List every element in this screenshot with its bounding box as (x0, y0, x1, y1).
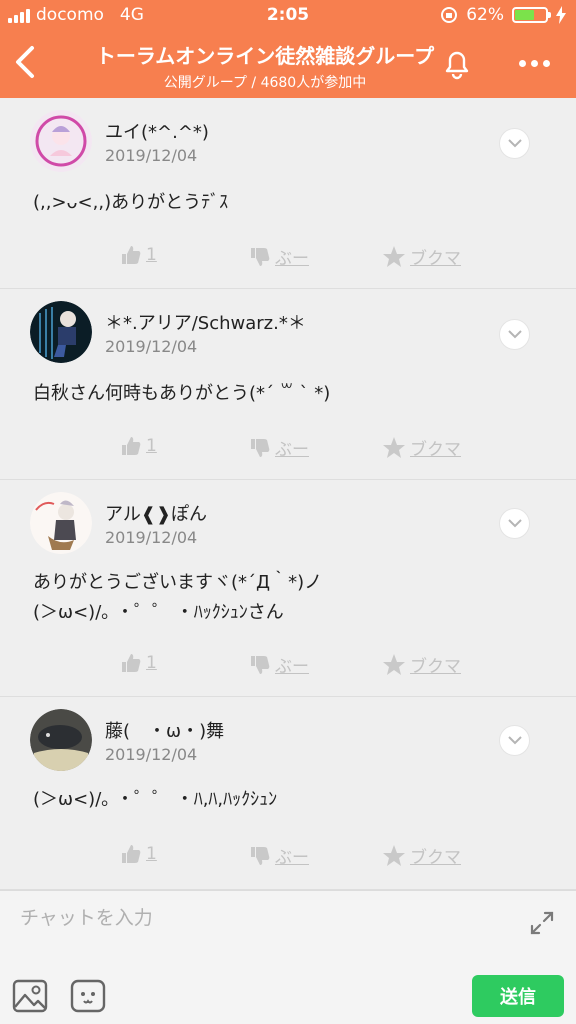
send-button[interactable]: 送信 (472, 975, 564, 1017)
battery-percent: 62% (466, 5, 504, 25)
post-text-line: (＞ω<)/｡ ・゜゜ ・ﾊ,ﾊ,ﾊｯｸｼｭﾝ (33, 789, 278, 810)
boo-button[interactable]: ぶー (249, 843, 309, 868)
post-date: 2019/12/04 (105, 337, 198, 356)
more-icon[interactable] (514, 50, 554, 76)
post-text: 白秋さん何時もありがとう(*´ ꒳ ` *) (33, 379, 330, 409)
expand-icon[interactable] (528, 909, 556, 937)
bookmark-label: ブクマ (410, 848, 461, 868)
back-icon[interactable] (10, 42, 40, 82)
post-menu-button[interactable] (499, 128, 530, 159)
thumbs-up-icon (122, 845, 141, 863)
post-username[interactable]: アル❰❱ぽん (105, 500, 207, 526)
status-bar: docomo 4G 2:05 62% (0, 0, 576, 32)
post-date: 2019/12/04 (105, 528, 198, 547)
bookmark-label: ブクマ (410, 249, 461, 269)
bell-icon[interactable] (440, 46, 474, 80)
boo-button[interactable]: ぶー (249, 244, 309, 269)
star-icon (383, 245, 405, 267)
like-button[interactable]: 1 (120, 244, 157, 266)
thumbs-up-icon (122, 654, 141, 672)
post-username[interactable]: ＊*.アリア/Schwarz.*＊ (105, 309, 306, 335)
star-icon (383, 844, 405, 866)
thumbs-down-icon (251, 655, 270, 674)
post-actions: 1 ぶー ブクマ (0, 652, 576, 682)
bookmark-button[interactable]: ブクマ (382, 652, 461, 677)
chevron-down-icon (507, 519, 522, 528)
post-date: 2019/12/04 (105, 146, 198, 165)
thumbs-down-icon (251, 247, 270, 266)
bookmark-label: ブクマ (410, 657, 461, 677)
boo-label: ぶー (275, 249, 309, 269)
post-menu-button[interactable] (499, 725, 530, 756)
image-icon[interactable] (12, 979, 48, 1013)
avatar[interactable] (30, 492, 92, 554)
post-card: アル❰❱ぽん 2019/12/04 ありがとうございますヾ(*´Д｀*)ノ (＞… (0, 480, 576, 697)
boo-button[interactable]: ぶー (249, 435, 309, 460)
chevron-down-icon (507, 736, 522, 745)
thumbs-up-icon (122, 437, 141, 455)
post-menu-button[interactable] (499, 319, 530, 350)
boo-button[interactable]: ぶー (249, 652, 309, 677)
post-username[interactable]: 藤( ・ω・)舞 (105, 717, 224, 743)
avatar[interactable] (30, 301, 92, 363)
bookmark-button[interactable]: ブクマ (382, 843, 461, 868)
like-count: 1 (146, 245, 157, 265)
post-username[interactable]: ユイ(*^.^*) (105, 118, 209, 144)
post-actions: 1 ぶー ブクマ (0, 843, 576, 873)
star-icon (383, 653, 405, 675)
like-button[interactable]: 1 (120, 652, 157, 674)
app-header: docomo 4G 2:05 62% トーラムオンライン徒然雑談グループ 公開グ… (0, 0, 576, 98)
post-text: ありがとうございますヾ(*´Д｀*)ノ (＞ω<)/｡ ・゜゜ ・ﾊｯｸｼｭﾝさ… (33, 568, 322, 628)
sticker-icon[interactable] (70, 979, 106, 1013)
post-date: 2019/12/04 (105, 745, 198, 764)
bookmark-label: ブクマ (410, 440, 461, 460)
post-text-line: 白秋さん何時もありがとう(*´ ꒳ ` *) (33, 383, 331, 404)
post-text-line: ありがとうございますヾ(*´Д｀*)ノ (33, 572, 323, 593)
battery-icon (512, 7, 551, 23)
post-card: ユイ(*^.^*) 2019/12/04 (,,>ᴗ<,,)ありがとうﾃﾞｽ 1… (0, 98, 576, 289)
group-subtitle: 公開グループ / 4680人が参加中 (163, 75, 367, 91)
boo-label: ぶー (275, 440, 309, 460)
thumbs-down-icon (251, 438, 270, 457)
avatar[interactable] (30, 110, 92, 172)
chevron-down-icon (507, 330, 522, 339)
group-title: トーラムオンライン徒然雑談グループ (95, 44, 435, 68)
thumbs-up-icon (122, 246, 141, 264)
post-text: (,,>ᴗ<,,)ありがとうﾃﾞｽ (33, 188, 228, 218)
bookmark-button[interactable]: ブクマ (382, 435, 461, 460)
boo-label: ぶー (275, 657, 309, 677)
boo-label: ぶー (275, 848, 309, 868)
orientation-lock-icon (441, 7, 458, 23)
bookmark-button[interactable]: ブクマ (382, 244, 461, 269)
like-count: 1 (146, 653, 157, 673)
post-text-line: (＞ω<)/｡ ・゜゜ ・ﾊｯｸｼｭﾝさん (33, 602, 284, 623)
group-title-block[interactable]: トーラムオンライン徒然雑談グループ 公開グループ / 4680人が参加中 (60, 40, 470, 92)
post-card: 藤( ・ω・)舞 2019/12/04 (＞ω<)/｡ ・゜゜ ・ﾊ,ﾊ,ﾊｯｸ… (0, 697, 576, 890)
post-actions: 1 ぶー ブクマ (0, 244, 576, 274)
chevron-down-icon (507, 139, 522, 148)
charging-icon (556, 6, 566, 24)
post-menu-button[interactable] (499, 508, 530, 539)
thumbs-down-icon (251, 846, 270, 865)
message-feed[interactable]: ユイ(*^.^*) 2019/12/04 (,,>ᴗ<,,)ありがとうﾃﾞｽ 1… (0, 98, 576, 890)
like-button[interactable]: 1 (120, 435, 157, 457)
like-count: 1 (146, 436, 157, 456)
chat-input[interactable]: チャットを入力 (20, 903, 153, 930)
post-text-line: (,,>ᴗ<,,)ありがとうﾃﾞｽ (33, 192, 229, 213)
like-count: 1 (146, 844, 157, 864)
post-card: ＊*.アリア/Schwarz.*＊ 2019/12/04 白秋さん何時もありがと… (0, 289, 576, 480)
star-icon (383, 436, 405, 458)
avatar[interactable] (30, 709, 92, 771)
post-text: (＞ω<)/｡ ・゜゜ ・ﾊ,ﾊ,ﾊｯｸｼｭﾝ (33, 785, 277, 815)
post-actions: 1 ぶー ブクマ (0, 435, 576, 465)
chat-composer: チャットを入力 送信 (0, 890, 576, 1024)
like-button[interactable]: 1 (120, 843, 157, 865)
